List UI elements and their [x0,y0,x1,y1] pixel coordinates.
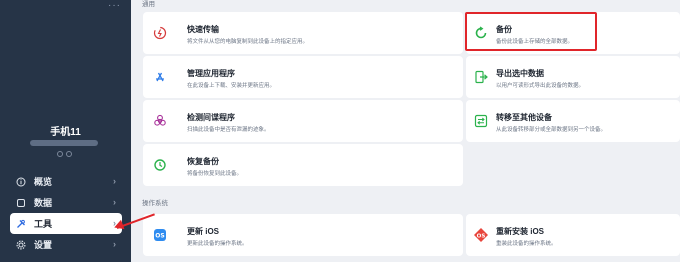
sidebar-item-label: 工具 [34,219,53,229]
main-content: 通用 快速传输 将文件从从您的电脑复制到此设备上的指定应用。 备份 备份此设备上… [131,0,680,262]
tools-icon [16,219,26,229]
card-title: 转移至其他设备 [496,113,552,122]
card-description: 在此设备上下载、安装并更新应用。 [187,83,276,89]
more-options-icon[interactable]: ··· [108,0,121,11]
export-icon [473,69,489,85]
ios-reinstall-icon: OS [473,227,489,243]
card-title: 重新安装 iOS [496,227,545,236]
chevron-right-icon: › [113,176,116,186]
card-update-ios[interactable]: OS 更新 iOS 更新此设备的操作系统。 [143,214,463,256]
card-title: 更新 iOS [187,227,220,236]
sidebar-item-overview[interactable]: 概览 › [10,171,122,192]
card-quick-transfer[interactable]: 快速传输 将文件从从您的电脑复制到此设备上的指定应用。 [143,12,463,54]
sidebar-item-tools[interactable]: 工具 › [10,213,122,234]
info-icon [16,177,26,187]
device-info-blurred [30,140,98,146]
biohazard-icon [152,113,168,129]
gear-icon [16,239,26,250]
card-description: 以用户可读形式导出此设备的数据。 [496,83,585,89]
ios-update-icon: OS [152,227,168,243]
card-transfer-device[interactable]: 转移至其他设备 从此设备转移部分或全部数据到另一个设备。 [466,100,680,142]
card-export-data[interactable]: 导出选中数据 以用户可读形式导出此设备的数据。 [466,56,680,98]
device-status-icons [57,151,75,157]
card-title: 快速传输 [187,25,219,34]
card-manage-apps[interactable]: 管理应用程序 在此设备上下载、安装并更新应用。 [143,56,463,98]
card-description: 更新此设备的操作系统。 [187,241,248,247]
transfer-device-icon [473,113,489,129]
card-title: 检测间谍程序 [187,113,235,122]
sidebar-item-settings[interactable]: 设置 › [10,234,122,255]
restore-icon [152,157,168,173]
card-title: 管理应用程序 [187,69,235,78]
sidebar: ··· 手机11 概览 › 数据 › 工具 › 设置 › [0,0,131,262]
card-description: 重装此设备的操作系统。 [496,241,557,247]
svg-text:OS: OS [477,233,486,239]
card-restore-backup[interactable]: 恢复备份 将备份恢复到此设备。 [143,144,463,186]
sidebar-item-data[interactable]: 数据 › [10,192,122,213]
app-store-icon [152,69,168,85]
device-name: 手机11 [50,127,81,138]
svg-text:OS: OS [155,233,164,240]
card-title: 导出选中数据 [496,69,544,78]
chevron-right-icon: › [113,239,116,249]
quick-transfer-icon [152,25,168,41]
card-title: 恢复备份 [187,157,219,166]
card-description: 将备份恢复到此设备。 [187,171,243,177]
sidebar-item-label: 设置 [34,240,53,250]
card-detect-spyware[interactable]: 检测间谍程序 扫描此设备中是否有泄漏的迹象。 [143,100,463,142]
card-description: 将文件从从您的电脑复制到此设备上的指定应用。 [187,39,309,45]
backup-highlight-annotation [465,12,597,51]
section-title-os: 操作系统 [142,200,168,207]
section-title-general: 通用 [142,1,155,8]
sidebar-item-label: 数据 [34,198,53,208]
card-description: 从此设备转移部分或全部数据到另一个设备。 [496,127,607,133]
sidebar-item-label: 概览 [34,177,53,187]
card-reinstall-ios[interactable]: OS 重新安装 iOS 重装此设备的操作系统。 [466,214,680,256]
square-icon [16,198,26,208]
card-description: 扫描此设备中是否有泄漏的迹象。 [187,127,270,133]
chevron-right-icon: › [113,197,116,207]
